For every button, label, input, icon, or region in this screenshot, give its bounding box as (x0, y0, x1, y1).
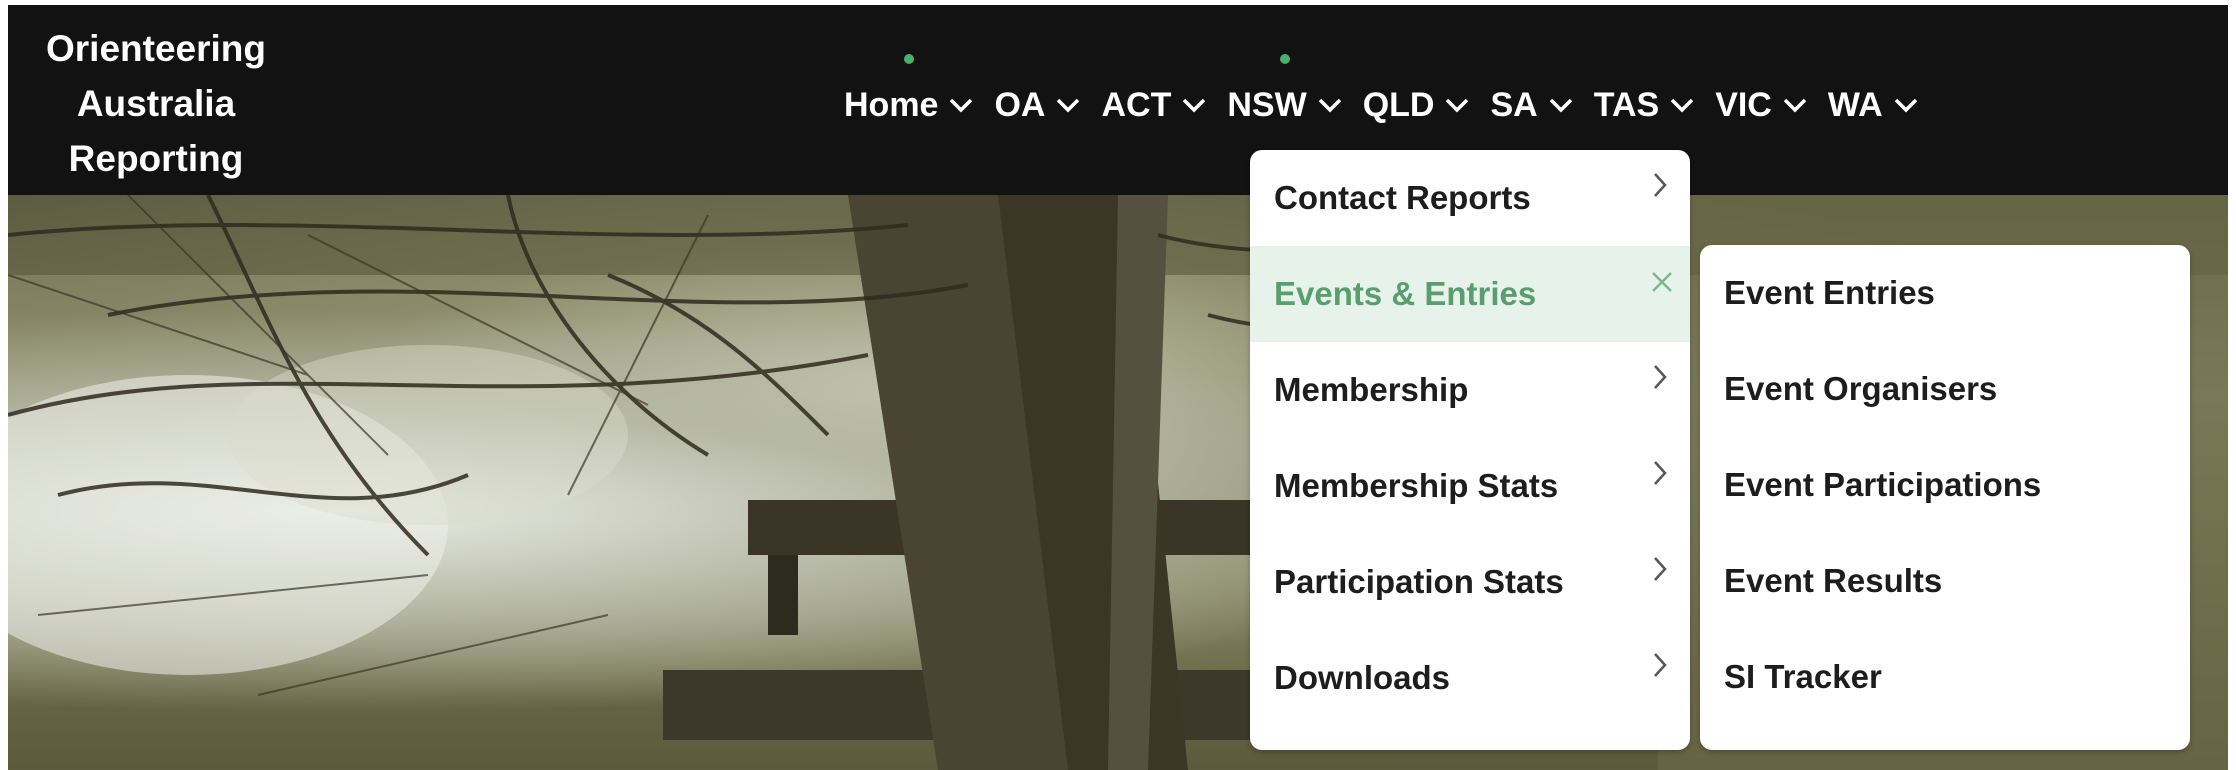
chevron-down-icon (1183, 98, 1206, 113)
site-title-line-3: Reporting (68, 138, 244, 179)
submenu-item-label: Event Participations (1724, 466, 2042, 503)
nav-item-vic[interactable]: VIC (1715, 86, 1808, 125)
chevron-right-icon (1654, 653, 1667, 677)
menu-item-label: Participation Stats (1274, 563, 1564, 600)
nav-item-qld[interactable]: QLD (1363, 86, 1471, 125)
submenu-item-label: Event Entries (1724, 274, 1935, 311)
close-icon[interactable] (1648, 268, 1676, 296)
nav-item-nsw[interactable]: NSW (1227, 53, 1342, 125)
menu-item-participation-stats[interactable]: Participation Stats (1250, 534, 1690, 630)
menu-item-label: Membership Stats (1274, 467, 1559, 504)
menu-item-label: Downloads (1274, 659, 1451, 696)
chevron-down-icon (950, 98, 973, 113)
submenu-item-event-participations[interactable]: Event Participations (1700, 437, 2190, 533)
submenu-item-label: Event Results (1724, 562, 1943, 599)
nav-item-label: NSW (1227, 85, 1307, 124)
submenu-item-event-entries[interactable]: Event Entries (1700, 245, 2190, 341)
menu-item-label: Membership (1274, 371, 1469, 408)
menu-item-membership[interactable]: Membership (1250, 342, 1690, 438)
chevron-right-icon (1654, 461, 1667, 485)
nav-item-label: Home (844, 85, 939, 124)
submenu-item-label: Event Organisers (1724, 370, 1998, 407)
nav-item-home[interactable]: Home (844, 53, 974, 125)
chevron-right-icon (1654, 557, 1667, 581)
site-title-line-1: Orienteering (46, 28, 266, 69)
nav-item-label: TAS (1593, 85, 1660, 124)
chevron-down-icon (1549, 98, 1572, 113)
nav-item-label: OA (994, 85, 1046, 124)
menu-item-contact-reports[interactable]: Contact Reports (1250, 150, 1690, 246)
nav-item-tas[interactable]: TAS (1594, 86, 1695, 125)
submenu-item-si-tracker[interactable]: SI Tracker (1700, 629, 2190, 725)
menu-item-label: Contact Reports (1274, 179, 1531, 216)
nav-item-act[interactable]: ACT (1101, 86, 1207, 125)
events-entries-submenu: Event Entries Event Organisers Event Par… (1700, 245, 2190, 750)
chevron-down-icon (1783, 98, 1807, 113)
chevron-down-icon (1894, 98, 1917, 113)
chevron-down-icon (1318, 98, 1341, 113)
chevron-right-icon (1654, 365, 1667, 389)
nav-item-label: WA (1827, 85, 1883, 124)
top-header-bar: Orienteering Australia Reporting Home OA… (8, 5, 2228, 195)
menu-item-downloads[interactable]: Downloads (1250, 630, 1690, 726)
submenu-item-event-results[interactable]: Event Results (1700, 533, 2190, 629)
submenu-item-event-organisers[interactable]: Event Organisers (1700, 341, 2190, 437)
nav-item-oa[interactable]: OA (994, 86, 1081, 125)
site-title-line-2: Australia (76, 83, 236, 124)
chevron-down-icon (1446, 98, 1469, 113)
nav-item-wa[interactable]: WA (1828, 86, 1919, 125)
active-indicator-dot (1280, 53, 1291, 64)
nav-item-label: ACT (1101, 85, 1172, 124)
site-logo-title[interactable]: Orienteering Australia Reporting (26, 21, 286, 186)
nav-item-label: SA (1490, 85, 1538, 124)
active-indicator-dot (904, 53, 915, 64)
menu-item-membership-stats[interactable]: Membership Stats (1250, 438, 1690, 534)
nsw-dropdown-menu: Contact Reports Events & Entries Members… (1250, 150, 1690, 750)
chevron-down-icon (1670, 98, 1694, 113)
main-navigation: Home OA ACT NSW QLD SA TAS VIC WA (844, 53, 1919, 137)
chevron-down-icon (1057, 98, 1080, 113)
nav-item-label: VIC (1715, 85, 1772, 124)
chevron-right-icon (1654, 173, 1667, 197)
nav-item-label: QLD (1362, 85, 1435, 124)
menu-item-label: Events & Entries (1274, 275, 1537, 312)
menu-item-events-entries[interactable]: Events & Entries (1250, 246, 1690, 342)
nav-item-sa[interactable]: SA (1490, 86, 1573, 125)
submenu-item-label: SI Tracker (1724, 658, 1882, 695)
